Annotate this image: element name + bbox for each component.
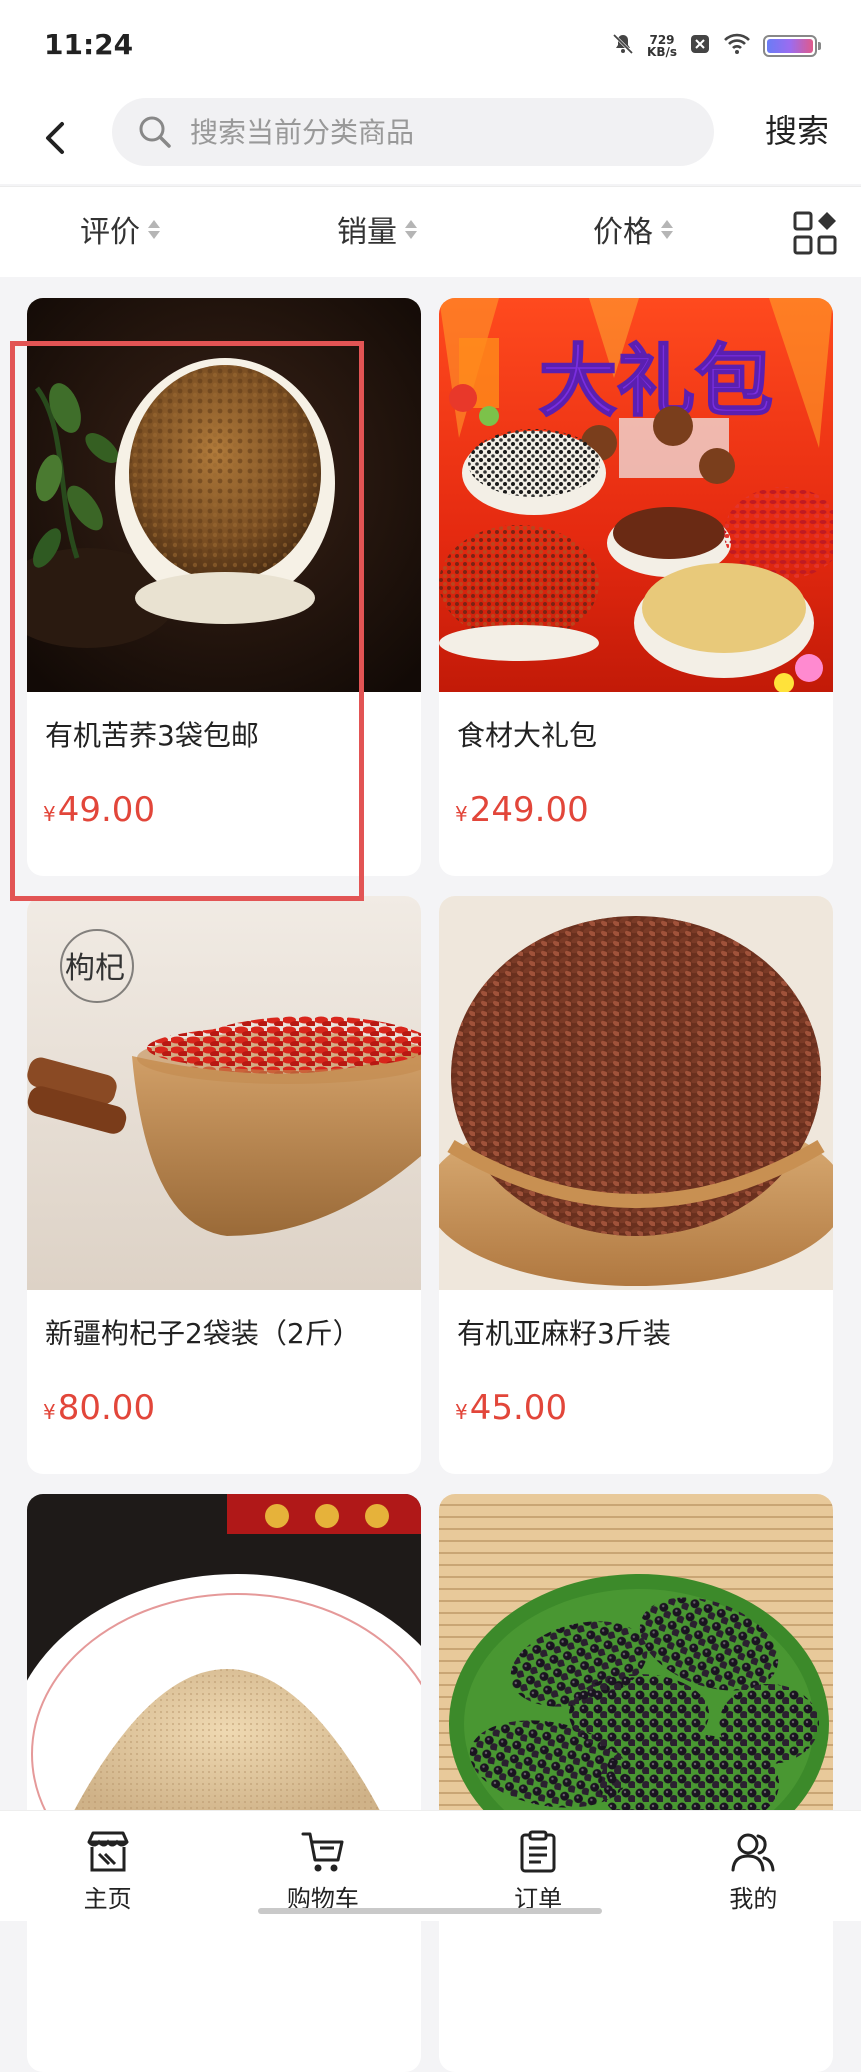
order-list-icon (515, 1829, 561, 1875)
product-card[interactable]: 有机亚麻籽3斤装 ¥ 45.00 (439, 896, 833, 1474)
battery-level (767, 39, 813, 53)
search-button[interactable]: 搜索 (765, 106, 829, 152)
store-icon (85, 1829, 131, 1875)
chevron-left-icon (46, 122, 64, 154)
price-value: 49.00 (57, 790, 156, 830)
product-card[interactable] (27, 1494, 421, 2072)
product-price: ¥ 49.00 (43, 790, 155, 830)
search-icon (138, 115, 172, 149)
product-image-gift-package[interactable]: 大礼包 (439, 298, 833, 692)
bottom-nav: 主页 购物车 订单 我的 (0, 1810, 861, 1921)
product-price: ¥ 80.00 (43, 1388, 155, 1428)
product-card[interactable]: 大礼包 食材大礼包 ¥ 249.00 (439, 298, 833, 876)
product-image-goji[interactable]: 枸杞 (27, 896, 421, 1290)
sort-label: 价格 (593, 215, 653, 250)
network-speed: 729 KB/s (647, 34, 677, 58)
sort-label: 销量 (337, 215, 397, 250)
status-icons: 729 KB/s (611, 32, 821, 60)
network-speed-unit: KB/s (647, 45, 677, 59)
currency-symbol: ¥ (43, 802, 56, 826)
currency-symbol: ¥ (43, 1400, 56, 1424)
user-icon (730, 1829, 776, 1875)
sort-bar: 评价 销量 价格 (0, 186, 861, 277)
layout-toggle-button[interactable] (793, 211, 837, 255)
nav-item-home[interactable]: 主页 (0, 1811, 215, 1921)
search-input[interactable] (188, 114, 672, 150)
nav-label: 我的 (729, 1885, 778, 1913)
sort-label: 评价 (80, 215, 140, 250)
gift-banner-text: 大礼包 (539, 337, 773, 427)
currency-symbol: ¥ (455, 802, 468, 826)
sim-off-icon (689, 33, 711, 59)
cart-icon (300, 1829, 346, 1875)
status-bar: 11:24 729 KB/s (0, 0, 861, 92)
price-value: 80.00 (57, 1388, 156, 1428)
search-header: 搜索 (0, 92, 861, 184)
product-title: 有机亚麻籽3斤装 (457, 1317, 671, 1350)
grid-layout-icon (793, 211, 837, 255)
price-value: 249.00 (469, 790, 589, 830)
price-value: 45.00 (469, 1388, 568, 1428)
product-image-buckwheat[interactable] (27, 298, 421, 692)
mute-icon (611, 32, 635, 60)
battery-icon (763, 35, 821, 57)
status-time: 11:24 (44, 28, 134, 61)
product-title: 有机苦荞3袋包邮 (45, 719, 259, 752)
nav-item-profile[interactable]: 我的 (646, 1811, 861, 1921)
sort-arrows-icon (405, 219, 417, 239)
search-box[interactable] (112, 98, 714, 166)
sort-arrows-icon (661, 219, 673, 239)
nav-label: 主页 (83, 1885, 132, 1913)
product-grid: 有机苦荞3袋包邮 ¥ 49.00 大礼包 食材大礼包 ¥ 249.00 枸杞 新… (27, 298, 835, 2072)
sort-by-sales[interactable]: 销量 (337, 207, 417, 251)
sort-by-price[interactable]: 价格 (593, 207, 673, 251)
product-title: 新疆枸杞子2袋装（2斤） (45, 1317, 361, 1350)
sort-arrows-icon (148, 219, 160, 239)
product-title: 食材大礼包 (457, 719, 598, 752)
product-price: ¥ 45.00 (455, 1388, 567, 1428)
product-card[interactable] (439, 1494, 833, 2072)
currency-symbol: ¥ (455, 1400, 468, 1424)
sort-by-rating[interactable]: 评价 (80, 207, 160, 251)
product-image-flaxseed[interactable] (439, 896, 833, 1290)
product-card[interactable]: 枸杞 新疆枸杞子2袋装（2斤） ¥ 80.00 (27, 896, 421, 1474)
wifi-icon (723, 33, 751, 59)
goji-logo-text: 枸杞 (65, 951, 125, 986)
product-card[interactable]: 有机苦荞3袋包邮 ¥ 49.00 (27, 298, 421, 876)
product-price: ¥ 249.00 (455, 790, 589, 830)
home-indicator[interactable] (258, 1908, 602, 1914)
back-button[interactable] (28, 110, 84, 166)
nav-item-orders[interactable]: 订单 (431, 1811, 646, 1921)
nav-item-cart[interactable]: 购物车 (215, 1811, 430, 1921)
